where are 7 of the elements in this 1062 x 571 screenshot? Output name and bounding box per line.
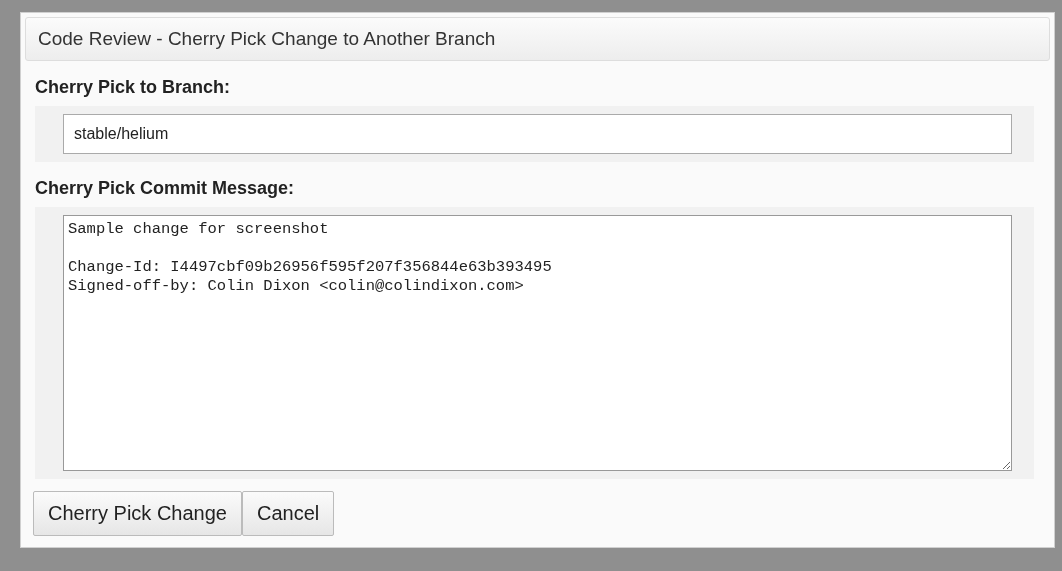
- field-label: Cherry Pick Commit Message:: [34, 177, 296, 200]
- dialog-title: Code Review - Cherry Pick Change to Another Branch: [25, 17, 1050, 61]
- field-label: Cherry Pick to Branch:: [34, 76, 232, 99]
- branch-input-field[interactable]: stable/helium: [63, 114, 1012, 154]
- cancel-button[interactable]: Cancel: [241, 491, 335, 536]
- commit-message-field[interactable]: Sample change for screenshot Change-Id: I4497cbf09b26956f595f207f356844e63b393495 Signed-off-by: Colin Dixon <colin@colindixon.com>: [63, 215, 1012, 471]
- cherry-pick-button[interactable]: Cherry Pick Change: [33, 491, 242, 536]
